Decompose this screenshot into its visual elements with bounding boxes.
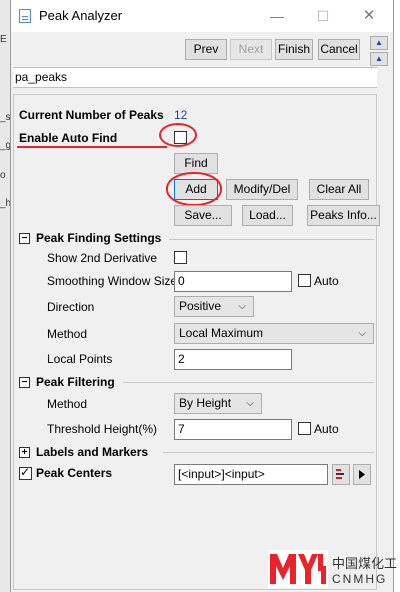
smoothing-auto-label: Auto bbox=[314, 274, 339, 288]
chevron-down-icon: ⌵ bbox=[358, 328, 366, 339]
section-divider bbox=[123, 382, 374, 383]
clear-all-button[interactable]: Clear All bbox=[309, 179, 369, 200]
section-divider bbox=[163, 452, 374, 453]
filter-method-label: Method bbox=[47, 397, 88, 411]
show-2nd-derivative-label: Show 2nd Derivative bbox=[47, 251, 158, 265]
bg-fragment: o bbox=[0, 170, 6, 181]
dialog-icon bbox=[19, 9, 31, 23]
filter-method-select[interactable]: By Height ⌵ bbox=[174, 393, 262, 414]
close-button[interactable]: ✕ bbox=[357, 6, 381, 26]
labels-markers-expand-toggle[interactable]: + bbox=[19, 447, 30, 458]
auto-find-label: Enable Auto Find bbox=[19, 131, 118, 145]
peak-finding-title: Peak Finding Settings bbox=[36, 231, 162, 245]
direction-select[interactable]: Positive ⌵ bbox=[174, 296, 254, 317]
window-title: Peak Analyzer bbox=[39, 8, 123, 23]
method-select[interactable]: Local Maximum ⌵ bbox=[174, 323, 374, 344]
peak-analyzer-window: Peak Analyzer — ☐ ✕ Prev Next Finish Can… bbox=[10, 0, 394, 592]
play-arrow-icon[interactable] bbox=[353, 464, 371, 485]
chevron-down-icon: ⌵ bbox=[238, 301, 246, 312]
direction-value: Positive bbox=[179, 299, 222, 313]
threshold-height-input[interactable]: 7 bbox=[174, 419, 292, 440]
method-label: Method bbox=[47, 327, 88, 341]
direction-label: Direction bbox=[47, 300, 95, 314]
threshold-height-label: Threshold Height(%) bbox=[47, 422, 158, 436]
filter-method-value: By Height bbox=[179, 396, 232, 410]
watermark-logo bbox=[268, 550, 328, 588]
threshold-auto-label: Auto bbox=[314, 422, 339, 436]
smoothing-auto-checkbox[interactable] bbox=[298, 274, 311, 287]
find-button[interactable]: Find bbox=[174, 153, 218, 174]
current-peaks-value: 12 bbox=[174, 108, 188, 122]
triangle-up-icon[interactable]: ▲ bbox=[370, 52, 388, 66]
annotation-circle bbox=[159, 123, 197, 147]
title-bar: Peak Analyzer — ☐ ✕ bbox=[11, 0, 393, 32]
peak-centers-input[interactable]: [<input>]<input> bbox=[174, 464, 328, 485]
peak-filtering-title: Peak Filtering bbox=[36, 375, 115, 389]
range-picker-icon[interactable] bbox=[332, 464, 350, 485]
current-peaks-label: Current Number of Peaks bbox=[19, 108, 164, 122]
load-button[interactable]: Load... bbox=[242, 205, 293, 226]
peaks-info-button[interactable]: Peaks Info... bbox=[307, 205, 380, 226]
watermark-cn-text: 中国煤化工 bbox=[332, 557, 398, 572]
section-divider bbox=[169, 239, 374, 240]
local-points-label: Local Points bbox=[47, 352, 113, 366]
page-name-bar: pa_peaks bbox=[13, 67, 377, 88]
local-points-input[interactable]: 2 bbox=[174, 349, 292, 370]
peak-finding-collapse-toggle[interactable]: − bbox=[19, 233, 30, 244]
method-value: Local Maximum bbox=[179, 326, 264, 340]
watermark-en-text: CNMHG bbox=[332, 572, 388, 586]
maximize-button[interactable]: ☐ bbox=[311, 6, 335, 26]
minimize-button[interactable]: — bbox=[265, 6, 289, 26]
peak-filtering-collapse-toggle[interactable]: − bbox=[19, 377, 30, 388]
annotation-underline bbox=[17, 146, 167, 148]
labels-markers-title: Labels and Markers bbox=[36, 445, 149, 459]
peak-centers-title: Peak Centers bbox=[36, 466, 113, 480]
modify-del-button[interactable]: Modify/Del bbox=[226, 179, 298, 200]
cancel-button[interactable]: Cancel bbox=[318, 39, 360, 60]
peak-centers-checkbox[interactable] bbox=[19, 465, 32, 480]
smoothing-window-input[interactable]: 0 bbox=[174, 271, 292, 292]
prev-button[interactable]: Prev bbox=[185, 39, 227, 60]
smoothing-window-label: Smoothing Window Size bbox=[47, 274, 178, 288]
chevron-down-icon: ⌵ bbox=[246, 398, 254, 409]
triangle-up-icon[interactable]: ▲ bbox=[370, 36, 388, 50]
save-button[interactable]: Save... bbox=[174, 205, 232, 226]
page-name: pa_peaks bbox=[15, 70, 68, 84]
annotation-circle bbox=[166, 172, 222, 206]
finish-button[interactable]: Finish bbox=[275, 39, 313, 60]
bg-fragment: _s bbox=[0, 112, 11, 123]
show-2nd-derivative-checkbox[interactable] bbox=[174, 251, 187, 264]
threshold-auto-checkbox[interactable] bbox=[298, 422, 311, 435]
bg-fragment: E bbox=[0, 34, 7, 45]
next-button[interactable]: Next bbox=[230, 39, 272, 60]
